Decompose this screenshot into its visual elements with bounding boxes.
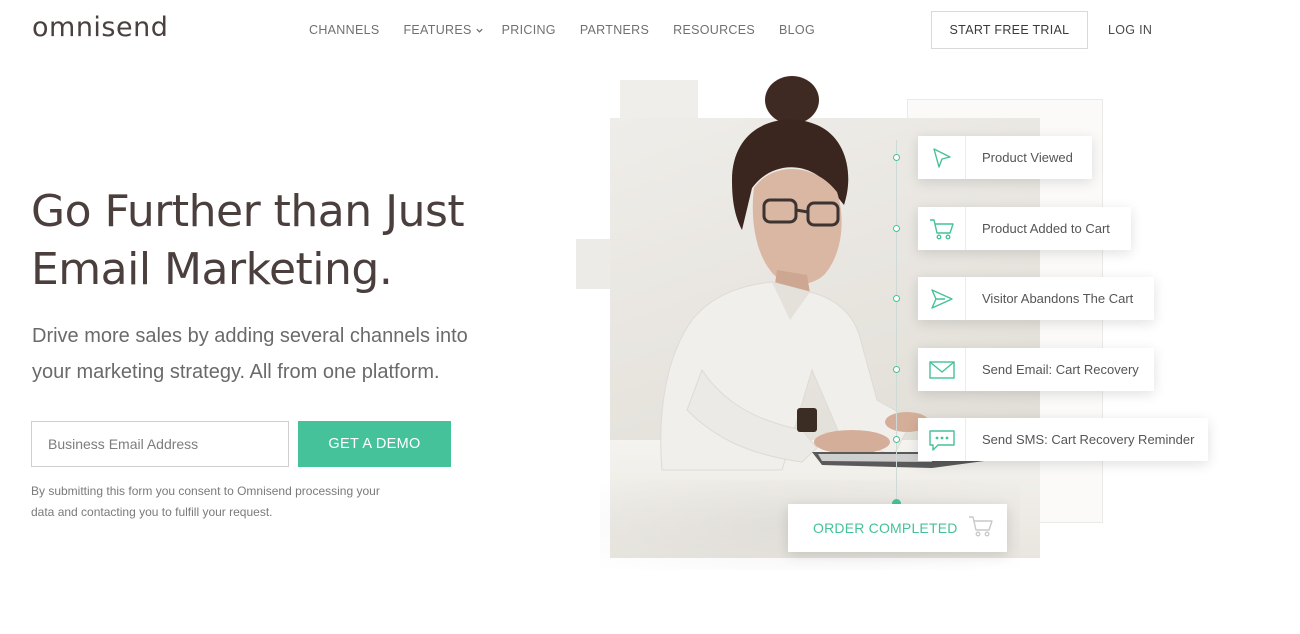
hero-headline-line2: Email Marketing. bbox=[31, 244, 393, 295]
nav-features-label: FEATURES bbox=[403, 23, 472, 37]
cart-icon bbox=[968, 514, 994, 543]
business-email-input[interactable] bbox=[31, 421, 289, 467]
workflow-step-abandons-cart: Visitor Abandons The Cart bbox=[918, 277, 1154, 320]
workflow-step-label: Visitor Abandons The Cart bbox=[982, 291, 1134, 306]
timeline-dot bbox=[893, 436, 900, 443]
nav-channels[interactable]: CHANNELS bbox=[309, 23, 379, 37]
workflow-step-label: Product Added to Cart bbox=[982, 221, 1110, 236]
login-link[interactable]: LOG IN bbox=[1108, 23, 1152, 37]
envelope-icon bbox=[918, 348, 966, 391]
nav-pricing-label: PRICING bbox=[501, 23, 556, 37]
workflow-step-product-viewed: Product Viewed bbox=[918, 136, 1092, 179]
nav-pricing[interactable]: PRICING bbox=[502, 23, 556, 37]
start-free-trial-button[interactable]: START FREE TRIAL bbox=[931, 11, 1088, 49]
chevron-down-icon bbox=[475, 28, 483, 33]
omnisend-logo[interactable]: omnisend bbox=[32, 12, 168, 43]
workflow-step-label: Send SMS: Cart Recovery Reminder bbox=[982, 432, 1195, 447]
nav-partners[interactable]: PARTNERS bbox=[580, 23, 649, 37]
nav-features[interactable]: FEATURES bbox=[403, 23, 483, 37]
order-completed-label: ORDER COMPLETED bbox=[813, 520, 958, 536]
nav-resources[interactable]: RESOURCES bbox=[673, 23, 755, 37]
chat-bubble-icon bbox=[918, 418, 966, 461]
main-nav: CHANNELS FEATURES PRICING PARTNERS RESOU… bbox=[309, 23, 839, 37]
timeline-dot bbox=[893, 154, 900, 161]
workflow-timeline bbox=[896, 140, 897, 500]
consent-text: By submitting this form you consent to O… bbox=[31, 484, 380, 519]
get-a-demo-button[interactable]: GET A DEMO bbox=[298, 421, 451, 467]
timeline-dot bbox=[893, 366, 900, 373]
cursor-icon bbox=[918, 136, 966, 179]
workflow-step-send-sms: Send SMS: Cart Recovery Reminder bbox=[918, 418, 1208, 461]
order-completed-card: ORDER COMPLETED bbox=[788, 504, 1007, 552]
cart-icon bbox=[918, 207, 966, 250]
timeline-dot bbox=[893, 295, 900, 302]
hero-subline: Drive more sales by adding several chann… bbox=[32, 325, 468, 383]
workflow-step-label: Send Email: Cart Recovery bbox=[982, 362, 1139, 377]
timeline-dot bbox=[893, 225, 900, 232]
nav-resources-label: RESOURCES bbox=[673, 23, 756, 37]
workflow-step-added-to-cart: Product Added to Cart bbox=[918, 207, 1131, 250]
hero-headline-line1: Go Further than Just bbox=[31, 186, 465, 237]
nav-partners-label: PARTNERS bbox=[579, 23, 650, 37]
nav-channels-label: CHANNELS bbox=[309, 23, 380, 37]
workflow-step-send-email: Send Email: Cart Recovery bbox=[918, 348, 1154, 391]
nav-blog-label: BLOG bbox=[779, 23, 815, 37]
paper-plane-icon bbox=[918, 277, 966, 320]
workflow-step-label: Product Viewed bbox=[982, 150, 1073, 165]
nav-blog[interactable]: BLOG bbox=[779, 23, 815, 37]
hero-headline: Go Further than Just Email Marketing. bbox=[31, 183, 551, 299]
